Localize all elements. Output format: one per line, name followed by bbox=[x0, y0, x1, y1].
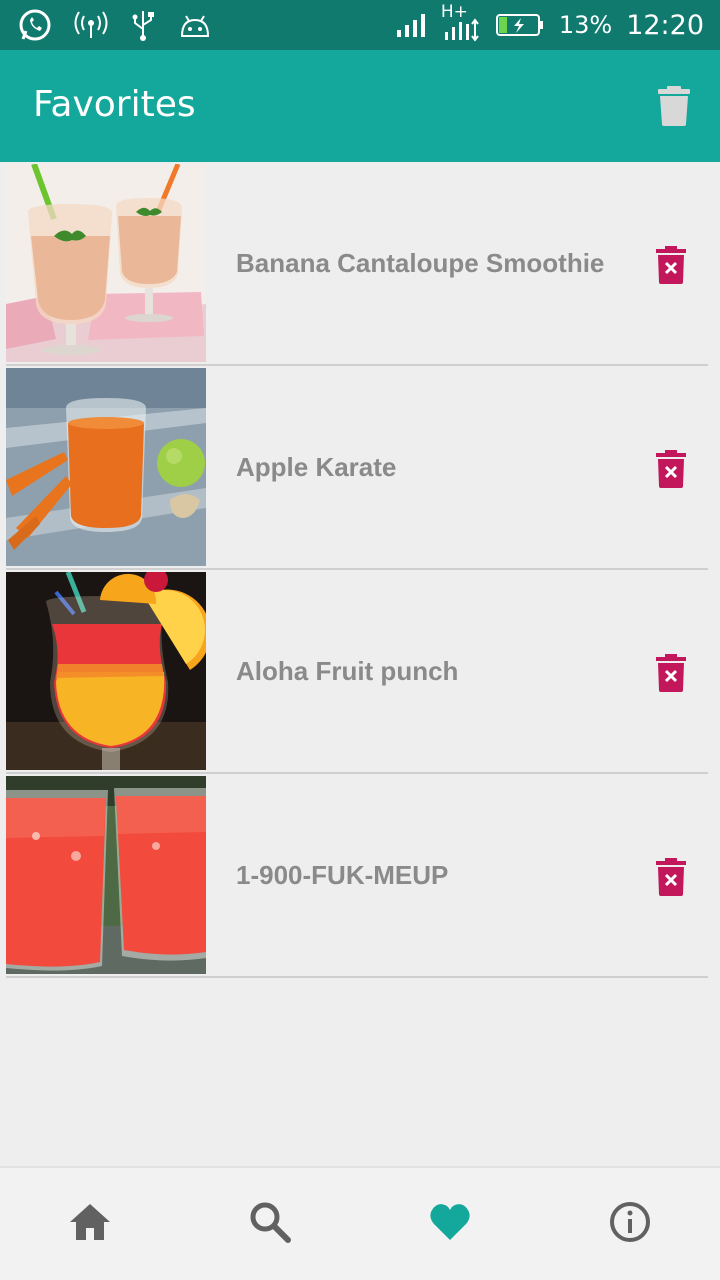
home-icon[interactable] bbox=[68, 1200, 112, 1244]
favorite-item-name: Banana Cantaloupe Smoothie bbox=[236, 248, 605, 278]
delete-trash-icon[interactable] bbox=[656, 858, 686, 896]
smoothie-photo bbox=[6, 164, 206, 362]
hotspot-icon bbox=[74, 11, 108, 38]
favorite-item[interactable]: 1-900-FUK-MEUP bbox=[6, 774, 708, 978]
info-icon[interactable] bbox=[608, 1200, 652, 1244]
delete-trash-icon[interactable] bbox=[656, 654, 686, 692]
network-indicator: H+ bbox=[441, 2, 481, 44]
status-bar-left bbox=[18, 8, 212, 42]
heart-icon[interactable] bbox=[428, 1200, 472, 1244]
favorite-item[interactable]: Aloha Fruit punch bbox=[6, 570, 708, 774]
red-drinks-photo bbox=[6, 776, 206, 974]
usb-icon bbox=[132, 11, 154, 41]
network-icon bbox=[444, 18, 479, 42]
favorite-item-name: Apple Karate bbox=[236, 452, 397, 482]
bottom-nav bbox=[0, 1166, 720, 1280]
app-bar: Favorites bbox=[0, 50, 720, 162]
carrot-juice-photo bbox=[6, 368, 206, 566]
fruit-punch-photo bbox=[6, 572, 206, 770]
search-icon[interactable] bbox=[248, 1200, 292, 1244]
clock: 12:20 bbox=[626, 9, 704, 41]
favorite-item-name: Aloha Fruit punch bbox=[236, 656, 459, 686]
battery-percent: 13% bbox=[558, 11, 613, 39]
status-bar-right: H+ 13% 12:20 bbox=[395, 2, 704, 44]
favorite-item[interactable]: Apple Karate bbox=[6, 366, 708, 570]
clear-all-trash-icon[interactable] bbox=[658, 86, 690, 126]
battery-icon bbox=[495, 14, 543, 36]
favorites-list: Banana Cantaloupe Smoothie Apple Karate bbox=[6, 162, 708, 978]
status-bar: H+ 13% 12:20 bbox=[0, 0, 720, 50]
favorite-item-name: 1-900-FUK-MEUP bbox=[236, 860, 449, 890]
signal-icon bbox=[396, 14, 425, 37]
delete-trash-icon[interactable] bbox=[656, 450, 686, 488]
page-title: Favorites bbox=[33, 84, 196, 125]
whatsapp-icon bbox=[19, 9, 51, 41]
delete-trash-icon[interactable] bbox=[656, 246, 686, 284]
android-icon bbox=[180, 15, 210, 37]
favorite-item[interactable]: Banana Cantaloupe Smoothie bbox=[6, 162, 708, 366]
